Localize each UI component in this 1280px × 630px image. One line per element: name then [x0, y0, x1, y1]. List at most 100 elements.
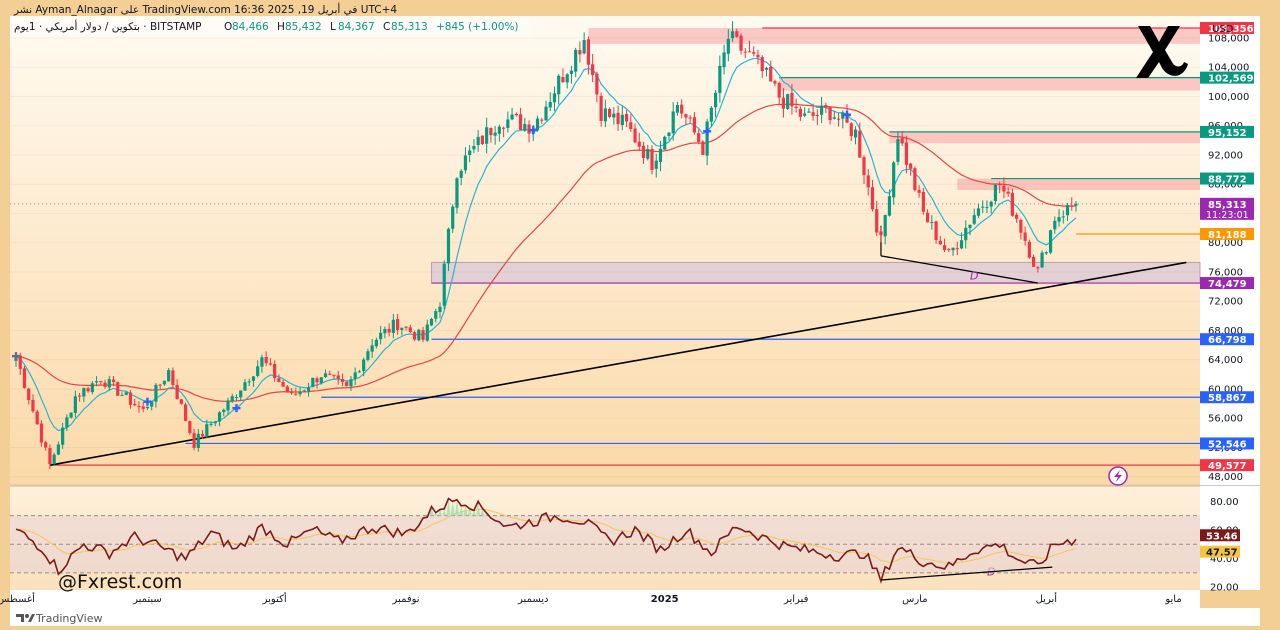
- candle-body: [735, 31, 739, 37]
- candle-body: [1044, 252, 1048, 254]
- y-tick-label: 64,000: [1208, 355, 1243, 366]
- candle-body: [222, 409, 226, 413]
- candle[interactable]: [184, 402, 188, 422]
- candle-body: [154, 384, 158, 402]
- y-tick-label: 108,000: [1208, 33, 1249, 44]
- candle-body: [887, 196, 892, 216]
- candle[interactable]: [701, 140, 705, 156]
- candle[interactable]: [311, 377, 315, 388]
- price-label-74,479[interactable]: 74,479: [1200, 277, 1254, 290]
- candle-body: [913, 168, 917, 191]
- y-tick-label: 100,000: [1208, 92, 1249, 103]
- time-axis[interactable]: [10, 590, 1200, 608]
- price-label-88,772[interactable]: 88,772: [1200, 172, 1254, 186]
- price-label-58,867[interactable]: 58,867: [1200, 391, 1254, 404]
- candle[interactable]: [608, 107, 612, 119]
- candle-body: [311, 377, 315, 388]
- candle[interactable]: [451, 204, 455, 233]
- candle[interactable]: [69, 412, 73, 419]
- price-label-text: 58,867: [1208, 393, 1247, 404]
- candle-body: [111, 379, 116, 383]
- candle-body: [591, 64, 595, 75]
- candle-body: [290, 391, 294, 394]
- candle[interactable]: [921, 187, 925, 215]
- candle-body: [328, 373, 332, 375]
- candle-body: [22, 368, 27, 389]
- candle-body: [959, 240, 964, 249]
- candle-body: [48, 448, 52, 465]
- candle-body: [561, 76, 565, 83]
- zone-resistance-0[interactable]: [588, 28, 1200, 44]
- price-label-52,546[interactable]: 52,546: [1200, 437, 1254, 450]
- candle-body: [370, 345, 374, 352]
- currency-label[interactable]: USD: [1212, 24, 1234, 35]
- candle[interactable]: [417, 328, 421, 342]
- rsi-y-tick-label: 80.00: [1210, 497, 1239, 508]
- price-label-102,569[interactable]: 102,569: [1200, 71, 1254, 85]
- candle-body: [832, 117, 836, 119]
- x-tick-label: مارس: [902, 594, 927, 605]
- candle[interactable]: [1027, 239, 1031, 260]
- candle-body: [302, 390, 306, 392]
- candle-body: [870, 187, 875, 210]
- candle-body: [1040, 252, 1044, 268]
- candle-body: [171, 370, 175, 385]
- candle-body: [726, 38, 730, 54]
- candle[interactable]: [1040, 250, 1044, 269]
- candle-body: [90, 383, 94, 393]
- candle[interactable]: [650, 145, 654, 175]
- candle[interactable]: [913, 166, 917, 192]
- candle-body: [379, 332, 383, 340]
- candle-body: [94, 381, 99, 383]
- price-label-49,577[interactable]: 49,577: [1200, 459, 1254, 472]
- candle[interactable]: [35, 409, 39, 426]
- candle-body: [387, 328, 391, 333]
- candle[interactable]: [480, 135, 484, 145]
- candle[interactable]: [52, 452, 56, 466]
- symbol-title[interactable]: بتكوين / دولار أمريكي · 1يوم · BITSTAMP: [14, 19, 202, 33]
- candle-body: [1053, 220, 1057, 230]
- rsi-y-tick-label: 20.00: [1210, 583, 1239, 594]
- candle-body: [1032, 256, 1036, 267]
- candle-body: [480, 135, 484, 145]
- candle-body: [200, 434, 205, 437]
- candle-body: [251, 376, 256, 381]
- price-label-81,188[interactable]: 81,188: [1200, 228, 1254, 241]
- candle-body: [853, 129, 858, 138]
- candle[interactable]: [429, 317, 434, 327]
- candle[interactable]: [1048, 229, 1053, 255]
- zone-resistance-1[interactable]: [779, 77, 1200, 91]
- zone-resistance-2[interactable]: [889, 131, 1200, 144]
- candle-body: [815, 114, 819, 116]
- alert-icon[interactable]: [1108, 466, 1128, 486]
- candle-body: [544, 106, 548, 121]
- candle[interactable]: [22, 365, 27, 389]
- candle-body: [1002, 185, 1006, 192]
- candle-body: [52, 454, 56, 465]
- candle-body: [955, 248, 959, 250]
- price-label-95,152[interactable]: 95,152: [1200, 125, 1254, 139]
- candle-body: [989, 201, 993, 207]
- candle[interactable]: [786, 93, 790, 110]
- candle-body: [35, 411, 39, 425]
- candle-body: [400, 327, 404, 330]
- candle-body: [18, 355, 22, 369]
- price-label-text: 102,569: [1208, 74, 1254, 85]
- price-label-85,313[interactable]: 85,31311:23:01: [1200, 197, 1254, 221]
- ohlc-l-label: L: [330, 21, 336, 33]
- candle-body: [273, 364, 277, 378]
- candle-body: [739, 35, 743, 51]
- candle[interactable]: [179, 398, 183, 405]
- watermark: @Fxrest.com: [58, 571, 182, 593]
- rsi-label-53.46[interactable]: 53.46: [1200, 529, 1240, 542]
- candle[interactable]: [442, 260, 446, 310]
- candle-body: [862, 157, 866, 176]
- candle-body: [205, 424, 209, 437]
- candle-body: [930, 222, 934, 224]
- candle[interactable]: [116, 381, 120, 396]
- candle[interactable]: [663, 135, 667, 150]
- candle-body: [434, 311, 438, 319]
- rsi-label-47.57[interactable]: 47.57: [1200, 545, 1240, 559]
- candle-body: [472, 146, 476, 150]
- price-label-66,798[interactable]: 66,798: [1200, 333, 1254, 346]
